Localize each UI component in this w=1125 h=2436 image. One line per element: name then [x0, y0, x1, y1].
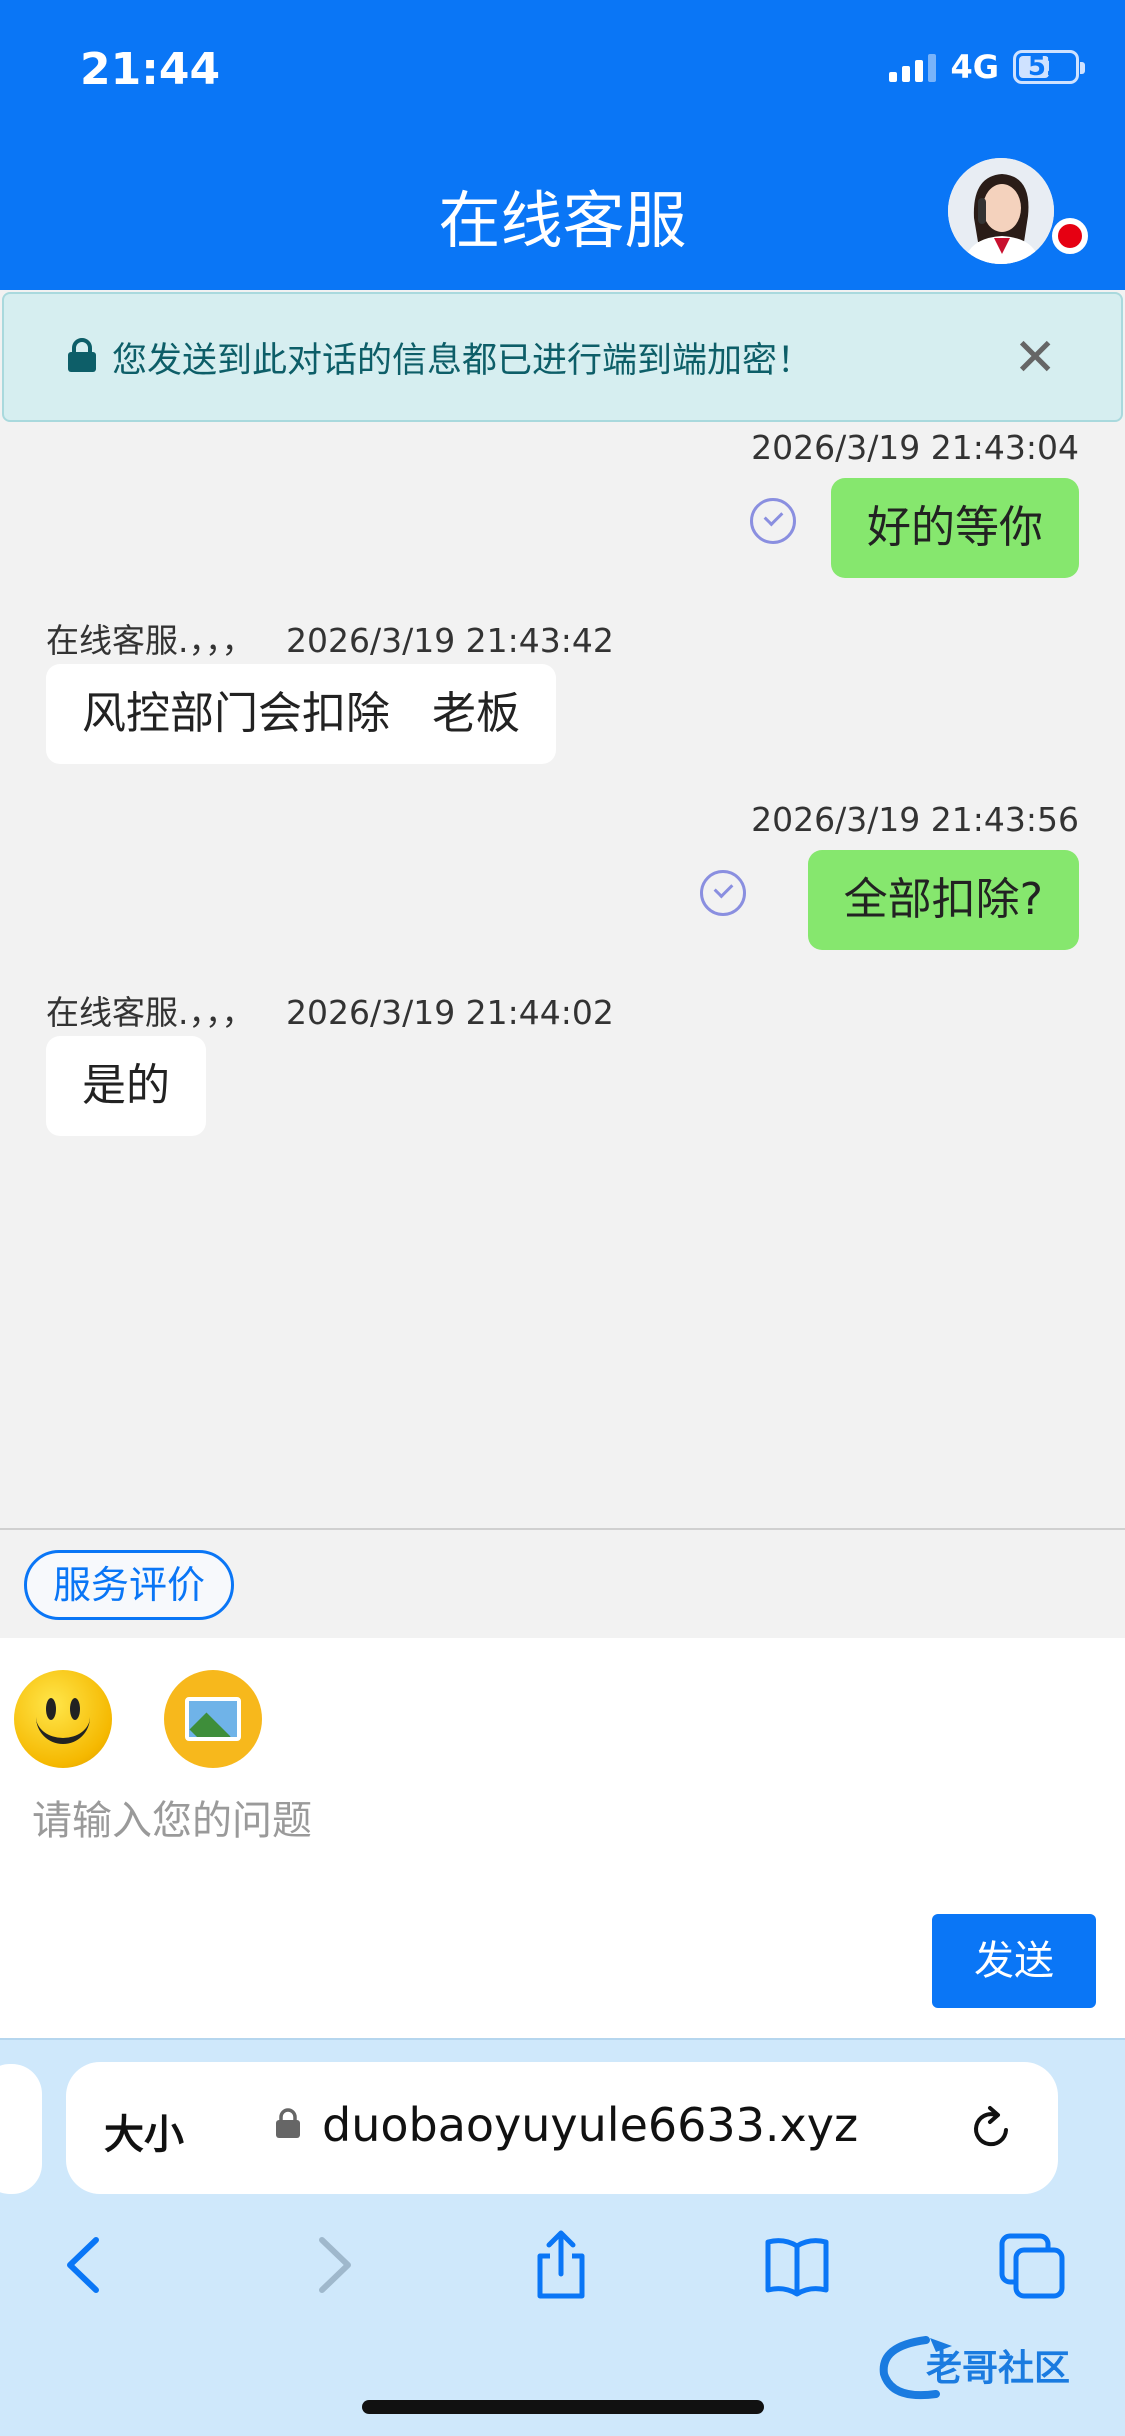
battery-level: 52 — [1027, 52, 1065, 82]
divider — [0, 1528, 1125, 1530]
agent-message-meta: 在线客服.，，， 2026/3/19 21:44:02 — [46, 986, 614, 1034]
network-type: 4G — [950, 48, 999, 86]
browser-toolbar: 大小 duobaoyuyule6633.xyz 老哥社区 — [0, 2038, 1125, 2436]
online-status-dot — [1052, 218, 1088, 254]
status-time: 21:44 — [80, 44, 221, 95]
lock-icon — [68, 338, 96, 372]
message-timestamp: 2026/3/19 21:44:02 — [285, 993, 614, 1032]
agent-message-meta: 在线客服.，，， 2026/3/19 21:43:42 — [46, 614, 614, 662]
message-timestamp: 2026/3/19 21:43:04 — [751, 428, 1079, 467]
share-icon[interactable] — [526, 2230, 596, 2300]
signal-icon — [889, 52, 937, 82]
home-indicator — [362, 2400, 764, 2414]
previous-tab[interactable] — [0, 2064, 42, 2194]
emoji-icon[interactable] — [14, 1670, 112, 1768]
my-message-bubble[interactable]: 好的等你 — [831, 478, 1079, 578]
read-check-icon — [750, 498, 796, 544]
text-size-button[interactable]: 大小 — [104, 2102, 184, 2160]
message-timestamp: 2026/3/19 21:43:56 — [751, 800, 1079, 839]
status-indicators: 4G 52 — [889, 48, 1085, 86]
address-bar[interactable]: 大小 duobaoyuyule6633.xyz — [66, 2062, 1058, 2194]
agent-avatar[interactable] — [948, 158, 1054, 264]
read-check-icon — [700, 870, 746, 916]
url-text[interactable]: duobaoyuyule6633.xyz — [322, 2098, 858, 2152]
forward-icon[interactable] — [296, 2230, 366, 2300]
bookmarks-icon[interactable] — [762, 2230, 832, 2300]
reload-icon[interactable] — [966, 2104, 1016, 2154]
message-input[interactable]: 请输入您的问题 — [32, 1788, 312, 1846]
sender-name: 在线客服.，，， — [46, 993, 255, 1032]
image-upload-icon[interactable] — [164, 1670, 262, 1768]
agent-message-bubble[interactable]: 风控部门会扣除 老板 — [46, 664, 556, 764]
sender-name: 在线客服.，，， — [46, 621, 255, 660]
composer-panel: 请输入您的问题 发送 — [0, 1638, 1125, 2038]
lock-icon — [276, 2108, 300, 2138]
back-icon[interactable] — [52, 2230, 122, 2300]
encryption-notice: 您发送到此对话的信息都已进行端到端加密！ ✕ — [2, 292, 1123, 422]
battery-icon: 52 — [1013, 50, 1085, 84]
send-button[interactable]: 发送 — [932, 1914, 1096, 2008]
tabs-icon[interactable] — [998, 2230, 1068, 2300]
close-icon[interactable]: ✕ — [1013, 332, 1057, 384]
svg-text:老哥社区: 老哥社区 — [926, 2348, 1070, 2389]
message-timestamp: 2026/3/19 21:43:42 — [285, 621, 614, 660]
watermark-logo: 老哥社区 — [879, 2336, 1070, 2400]
encryption-notice-text: 您发送到此对话的信息都已进行端到端加密！ — [112, 340, 813, 381]
my-message-bubble[interactable]: 全部扣除? — [807, 850, 1079, 950]
service-rating-button[interactable]: 服务评价 — [24, 1550, 235, 1620]
app-header: 21:44 4G 52 在线客服 — [0, 0, 1125, 290]
agent-message-bubble[interactable]: 是的 — [46, 1036, 206, 1136]
